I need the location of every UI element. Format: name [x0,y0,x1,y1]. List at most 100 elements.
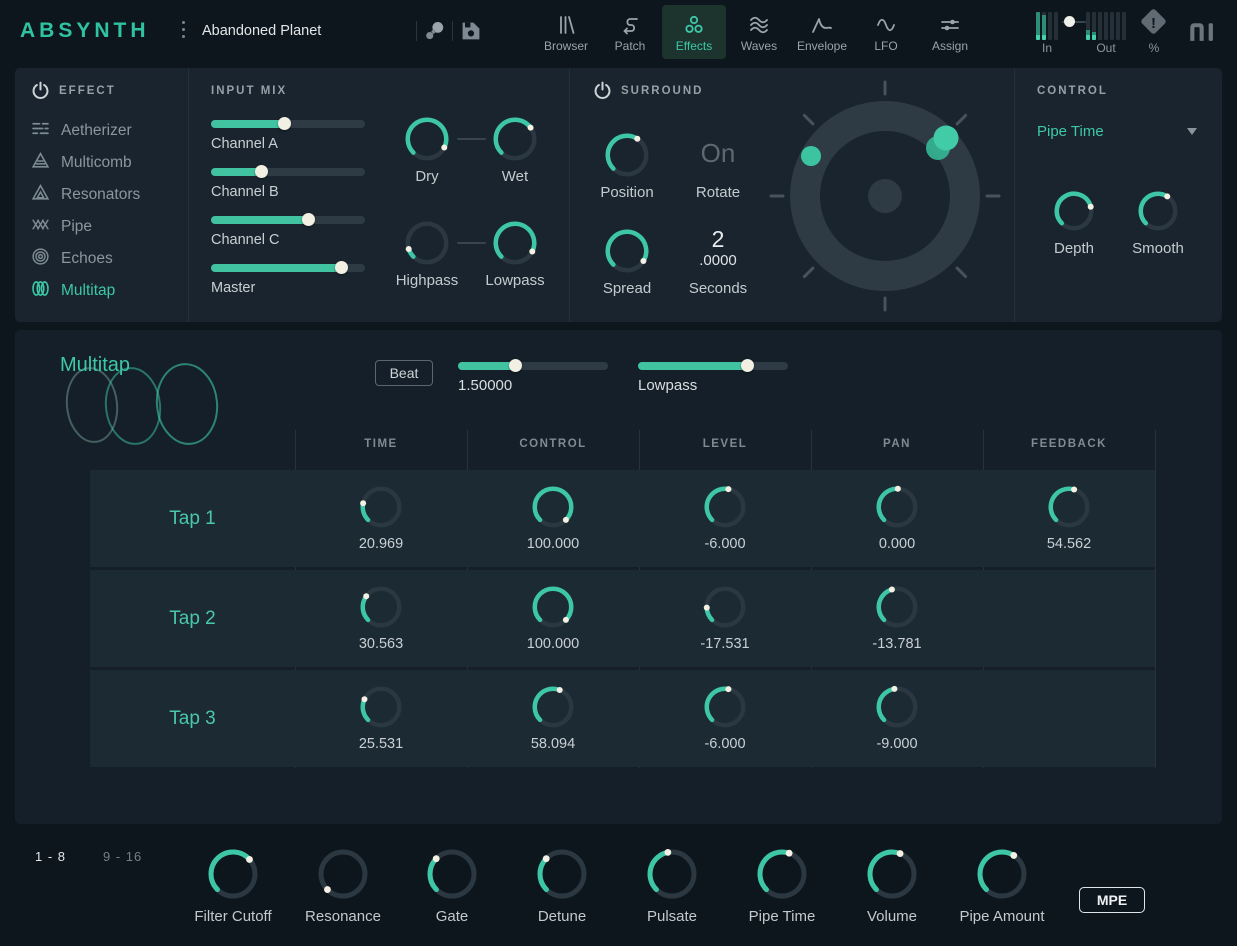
tap-2-row: Tap 2 30.563 100.000 -17.531 -13.781 [90,570,1155,667]
lowpass-knob[interactable] [491,219,539,272]
master-slider[interactable] [211,264,365,272]
macro-pulsate-knob[interactable] [645,847,699,906]
master-label: Master [211,280,255,296]
tap-3-level-knob[interactable] [702,684,748,735]
app-logo: ABSYNTH [20,19,150,43]
tab-effects[interactable]: Effects [662,5,726,59]
position-knob[interactable] [603,131,651,184]
rotate-value[interactable]: On [678,138,758,169]
output-gain-handle[interactable] [1064,16,1075,27]
tap-time-slider[interactable] [458,362,608,370]
macro-pipe-amount-knob[interactable] [975,847,1029,906]
macro-bank-1-8[interactable]: 1 - 8 [35,849,66,864]
tap-3-time-knob[interactable] [358,684,404,735]
effect-section: EFFECT Aetherizer Multicomb Resonators P… [15,68,1222,322]
macro-gate-knob[interactable] [425,847,479,906]
tap-3-control-knob[interactable] [530,684,576,735]
effect-item-echoes[interactable]: Echoes [31,246,181,272]
tap-1-feedback-knob[interactable] [1046,484,1092,535]
effect-item-pipe[interactable]: Pipe [31,214,181,240]
tap-3-level-cell: -6.000 [665,670,785,767]
surround-pad[interactable] [765,76,1005,321]
meter-bar [1086,12,1090,40]
tap-2-pan-cell: -13.781 [837,570,957,667]
input-meter-label: In [1036,41,1058,55]
pipe-icon [31,215,50,239]
tap-1-time-cell: 20.969 [321,470,441,567]
channel-b-label: Channel B [211,184,279,200]
tap-1-level-cell: -6.000 [665,470,785,567]
pad-center [868,179,902,213]
macro-filter-cutoff-knob[interactable] [206,847,260,906]
tap-3-level-value: -6.000 [665,736,785,752]
channel-a-slider[interactable] [211,120,365,128]
channel-c-label: Channel C [211,232,280,248]
tap-1-time-knob[interactable] [358,484,404,535]
macro-pipe-time-knob[interactable] [755,847,809,906]
control-target-dropdown[interactable]: Pipe Time [1037,123,1197,140]
effect-item-multicomb[interactable]: Multicomb [31,150,181,176]
tap-1-level-knob[interactable] [702,484,748,535]
tab-lfo[interactable]: LFO [854,5,918,59]
randomize-patch-icon[interactable] [424,19,448,43]
tap-1-label: Tap 1 [90,470,295,567]
panel-divider [1014,68,1015,322]
tap-1-pan-knob[interactable] [874,484,920,535]
tap-time-readout[interactable]: 1.50000 [458,377,512,394]
meter-bar [1092,12,1096,40]
channel-b-slider[interactable] [211,168,365,176]
column-divider [1155,430,1156,768]
mpe-button[interactable]: MPE [1079,887,1145,913]
wet-knob[interactable] [491,115,539,168]
tap-3-pan-value: -9.000 [837,736,957,752]
macro-resonance-knob[interactable] [316,847,370,906]
lowpass-label: Lowpass [465,272,565,289]
tap-1-control-knob[interactable] [530,484,576,535]
tap-2-time-knob[interactable] [358,584,404,635]
save-icon[interactable] [459,19,483,43]
dry-knob[interactable] [403,115,451,168]
tap-2-pan-knob[interactable] [874,584,920,635]
dry-label: Dry [387,168,467,185]
macro-bank-9-16[interactable]: 9 - 16 [103,849,142,864]
tap-3-label: Tap 3 [90,670,295,767]
tab-waves[interactable]: Waves [727,5,791,59]
tab-patch[interactable]: Patch [598,5,662,59]
spread-knob[interactable] [603,227,651,280]
tap-2-control-knob[interactable] [530,584,576,635]
tap-2-time-cell: 30.563 [321,570,441,667]
smooth-label: Smooth [1118,240,1198,257]
tap-3-pan-knob[interactable] [874,684,920,735]
tap-2-level-value: -17.531 [665,636,785,652]
meter-bar [1116,12,1120,40]
tap-filter-readout[interactable]: Lowpass [638,377,697,394]
highpass-knob[interactable] [403,219,451,272]
macro-detune-knob[interactable] [535,847,589,906]
tap-2-label: Tap 2 [90,570,295,667]
beat-button[interactable]: Beat [375,360,433,386]
tap-2-level-knob[interactable] [702,584,748,635]
smooth-knob[interactable] [1136,189,1180,238]
rotate-time-integer[interactable]: 2 [678,226,758,253]
toolbar-divider [416,21,417,41]
effect-item-multitap[interactable]: Multitap [31,278,181,304]
effect-item-aetherizer[interactable]: Aetherizer [31,118,181,144]
tab-browser[interactable]: Browser [534,5,598,59]
tap-2-pan-value: -13.781 [837,636,957,652]
tab-assign[interactable]: Assign [918,5,982,59]
main-menu-icon[interactable] [182,21,185,38]
depth-knob[interactable] [1052,189,1096,238]
macro-pipe-amount-label: Pipe Amount [937,908,1067,925]
patch-name[interactable]: Abandoned Planet [202,23,321,39]
rotate-time-decimal[interactable]: .0000 [678,252,758,269]
tap-filter-slider[interactable] [638,362,788,370]
channel-c-slider[interactable] [211,216,365,224]
tab-envelope[interactable]: Envelope [790,5,854,59]
control-target-value: Pipe Time [1037,123,1104,140]
effects-icon [682,13,706,37]
surround-power-icon[interactable] [593,81,612,105]
macro-volume-knob[interactable] [865,847,919,906]
effect-power-icon[interactable] [31,81,50,105]
panel-divider [569,68,570,322]
effect-item-resonators[interactable]: Resonators [31,182,181,208]
